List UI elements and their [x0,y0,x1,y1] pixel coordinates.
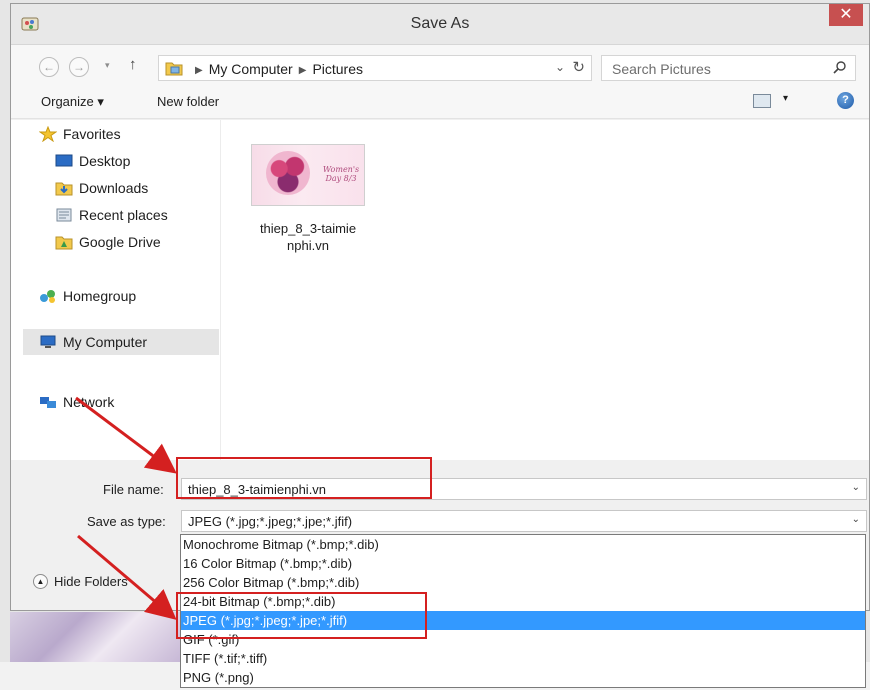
search-placeholder: Search Pictures [612,61,711,77]
sidebar-item-desktop[interactable]: Desktop [55,153,130,169]
thumbnail-caption: Women's Day 8/3 [322,165,360,183]
save-type-select[interactable]: JPEG (*.jpg;*.jpeg;*.jpe;*.jfif) ⌄ [181,510,867,532]
sidebar-item-google-drive[interactable]: Google Drive [55,234,161,250]
sidebar-item-favorites[interactable]: Favorites [39,126,121,142]
navigation-pane: Favorites Desktop Downloads Recent place… [11,120,221,460]
sidebar-item-label: Desktop [79,153,131,169]
sidebar-item-my-computer[interactable]: My Computer [23,329,219,355]
annotation-box-jpeg [176,592,427,639]
homegroup-icon [40,290,55,303]
address-bar[interactable]: ▶ My Computer ▶ Pictures ⌄ ↻ [158,55,592,81]
new-folder-button[interactable]: New folder [157,94,219,109]
help-icon[interactable]: ? [837,92,854,109]
file-type-option[interactable]: 256 Color Bitmap (*.bmp;*.dib) [181,573,865,592]
sidebar-item-label: Google Drive [79,234,161,250]
breadcrumb: ▶ My Computer ▶ Pictures [189,61,363,77]
file-type-option[interactable]: Monochrome Bitmap (*.bmp;*.dib) [181,535,865,554]
dialog-title: Save As [410,15,470,32]
search-box[interactable]: Search Pictures [601,55,856,81]
sidebar-item-label: My Computer [63,334,148,350]
hide-folders-label: Hide Folders [54,574,128,589]
sidebar-item-label: Recent places [79,207,168,223]
background-app-image [10,612,180,662]
close-button[interactable]: ✕ [829,4,863,26]
view-options-dropdown[interactable]: ▾ [783,93,788,104]
organize-button[interactable]: Organize ▾ [41,94,104,110]
back-button[interactable]: ← [39,57,59,77]
command-toolbar: Organize ▾ New folder ▾ ? [11,85,869,119]
file-name-label: thiep_8_3-taimie nphi.vn [259,221,357,253]
hide-folders-button[interactable]: ▲ Hide Folders [33,574,128,589]
thumbnail-flowers [266,151,310,195]
explorer-body: Favorites Desktop Downloads Recent place… [11,120,869,460]
sidebar-item-label: Network [63,394,115,410]
file-name-label: File name: [103,482,164,497]
file-type-option[interactable]: PNG (*.png) [181,668,865,687]
sidebar-item-label: Homegroup [63,288,137,304]
chevron-down-icon[interactable]: ⌄ [852,514,860,525]
computer-icon [40,335,56,348]
sidebar-item-label: Favorites [63,126,121,142]
refresh-icon[interactable]: ↻ [572,58,585,76]
chevron-down-icon[interactable]: ⌄ [852,482,860,493]
save-as-dialog: Save As ✕ ← → ▾ ↑ ▶ My Computer ▶ Pictures … [10,3,870,611]
address-dropdown-chevron-icon[interactable]: ⌄ [555,60,565,74]
google-drive-icon [55,236,73,250]
desktop-icon [55,154,73,167]
up-button[interactable]: ↑ [129,56,137,73]
file-type-option[interactable]: 16 Color Bitmap (*.bmp;*.dib) [181,554,865,573]
forward-button[interactable]: → [69,57,89,77]
save-type-label: Save as type: [87,514,166,529]
chevron-up-icon: ▲ [33,574,48,589]
sidebar-item-downloads[interactable]: Downloads [55,180,148,196]
navigation-bar: ← → ▾ ↑ ▶ My Computer ▶ Pictures ⌄ ↻ Search… [11,45,869,85]
star-icon [39,126,57,142]
title-bar: Save As ✕ [11,4,869,45]
sidebar-item-recent-places[interactable]: Recent places [55,207,168,223]
breadcrumb-pictures[interactable]: Pictures [312,61,363,77]
annotation-box-file-name [176,457,432,499]
breadcrumb-separator: ▶ [298,65,307,76]
save-type-value: JPEG (*.jpg;*.jpeg;*.jpe;*.jfif) [188,514,353,529]
breadcrumb-separator: ▶ [195,65,203,76]
sidebar-item-label: Downloads [79,180,149,196]
file-thumbnail: Women's Day 8/3 [251,144,365,206]
pictures-folder-icon [165,62,183,76]
network-icon [40,397,56,408]
recent-places-icon [56,208,72,222]
breadcrumb-my-computer[interactable]: My Computer [209,61,293,77]
change-view-icon[interactable] [753,94,771,108]
search-icon[interactable] [833,60,847,74]
sidebar-item-network[interactable]: Network [39,394,114,410]
file-type-option[interactable]: TIFF (*.tif;*.tiff) [181,649,865,668]
recent-locations-dropdown[interactable]: ▾ [105,60,110,71]
file-item[interactable]: Women's Day 8/3 thiep_8_3-taimie nphi.vn [247,144,369,274]
sidebar-item-homegroup[interactable]: Homegroup [39,288,136,304]
downloads-icon [55,182,73,196]
